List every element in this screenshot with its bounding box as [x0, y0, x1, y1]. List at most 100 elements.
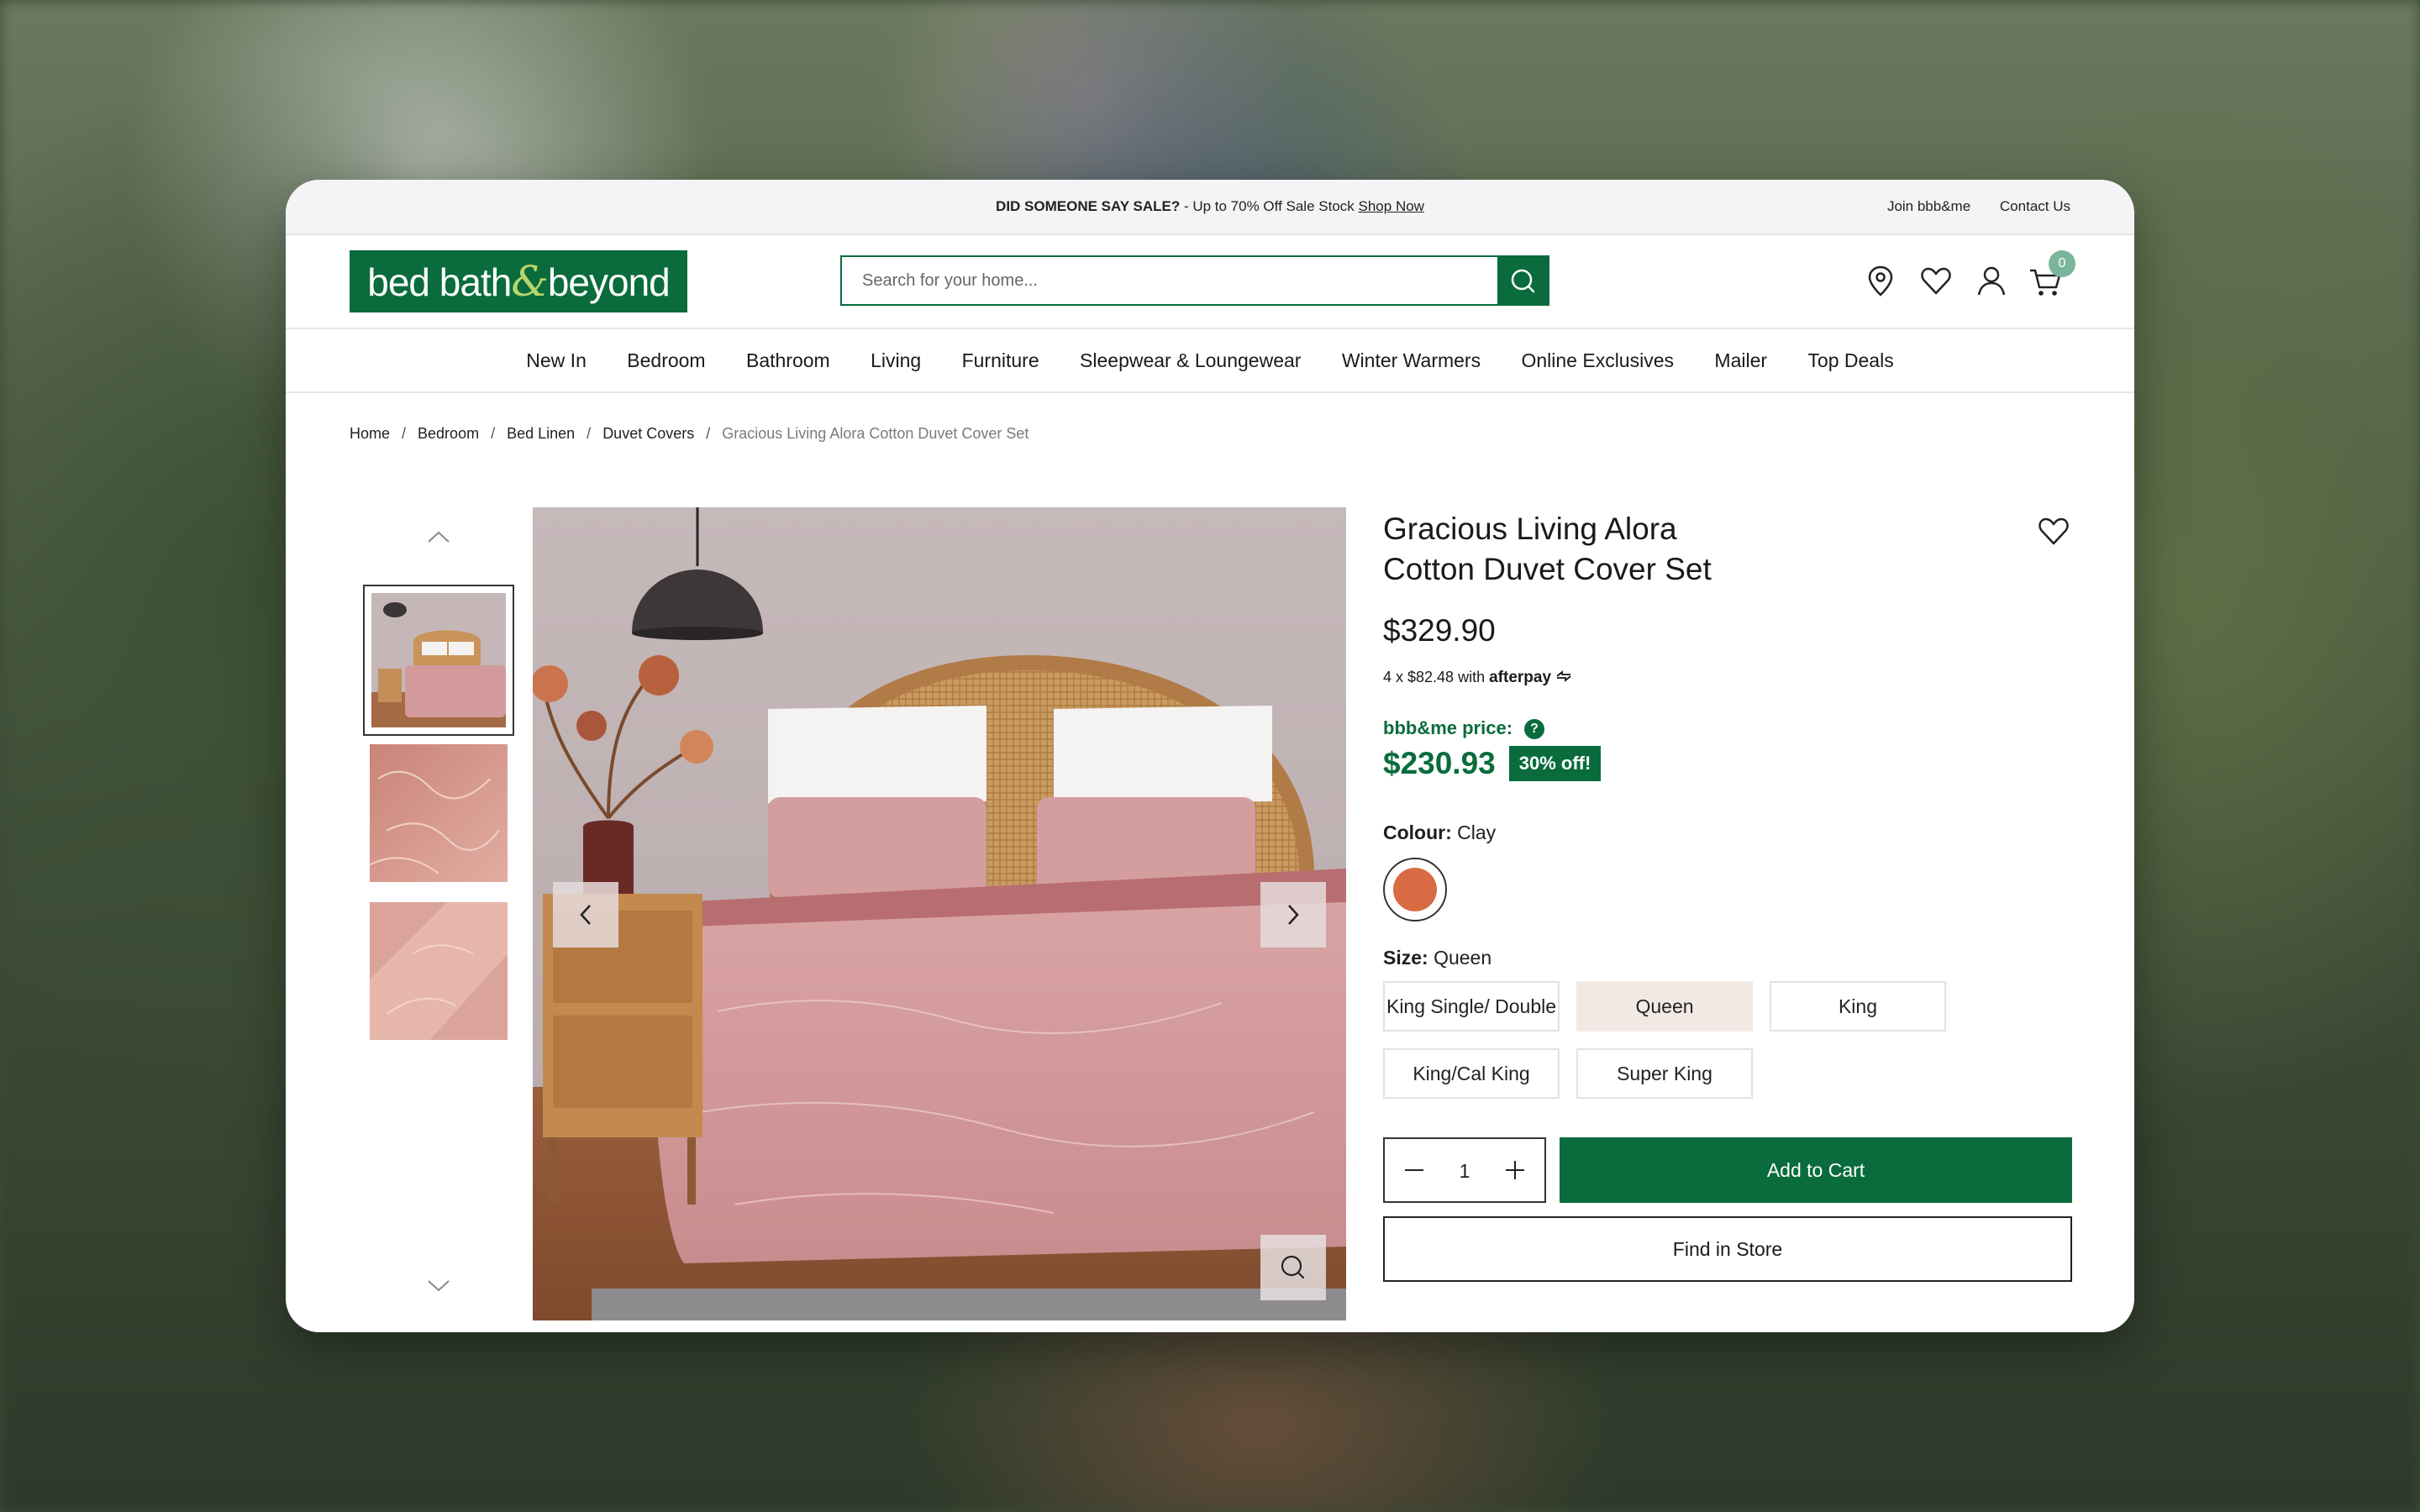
thumbnail-fabric-closeup[interactable] [369, 744, 508, 882]
wishlist-button[interactable] [1918, 262, 1954, 299]
image-zoom-button[interactable] [1260, 1235, 1326, 1300]
thumbnail-bed-scene[interactable] [363, 585, 514, 736]
thumbnail-pillow-closeup[interactable] [370, 902, 508, 1040]
afterpay-logo: afterpay [1489, 669, 1552, 686]
size-options: King Single/ Double Queen King King/Cal … [1383, 981, 2072, 1116]
breadcrumb: Home / Bedroom / Bed Linen / Duvet Covers / Grac… [350, 425, 1028, 443]
search-icon [1511, 269, 1535, 293]
size-option-super-king[interactable]: Super King [1576, 1048, 1753, 1100]
promo-shop-now-link[interactable]: Shop Now [1359, 198, 1424, 214]
brand-logo[interactable]: bed bath&beyond [350, 250, 687, 312]
promo-bar: DID SOMEONE SAY SALE? - Up to 70% Off Sa… [286, 180, 2134, 235]
logo-ampersand: & [511, 257, 549, 306]
promo-text: - Up to 70% Off Sale Stock [1180, 198, 1359, 214]
breadcrumb-duvet-covers[interactable]: Duvet Covers [602, 425, 694, 442]
header-icons: 0 [1862, 250, 2075, 304]
account-button[interactable] [1973, 262, 2010, 299]
size-label: Size: Queen [1383, 947, 2072, 969]
colour-label: Colour: Clay [1383, 822, 2072, 844]
site-header: bed bath&beyond Search for your home... … [286, 235, 2134, 329]
contact-link[interactable]: Contact Us [2000, 198, 2070, 214]
breadcrumb-bed-linen[interactable]: Bed Linen [507, 425, 575, 442]
logo-text-right: beyond [547, 260, 671, 304]
image-prev-button[interactable] [553, 882, 618, 948]
afterpay-text: 4 x $82.48 with [1383, 669, 1486, 685]
thumbnail-bed-image [371, 593, 506, 727]
thumbnail-scroll-up-button[interactable] [424, 522, 454, 553]
nav-item-sleepwear[interactable]: Sleepwear & Loungewear [1080, 349, 1301, 372]
breadcrumb-separator: / [402, 425, 407, 442]
product-title: Gracious Living Alora Cotton Duvet Cover… [1383, 509, 1854, 590]
breadcrumb-home[interactable]: Home [350, 425, 390, 442]
quantity-stepper: 1 [1383, 1137, 1546, 1204]
nav-item-living[interactable]: Living [871, 349, 921, 372]
promo-message: DID SOMEONE SAY SALE? - Up to 70% Off Sa… [286, 198, 2134, 215]
product-title-line2: Cotton Duvet Cover Set [1383, 552, 1712, 586]
bedroom-scene-image [533, 507, 1346, 1320]
thumbnail-scroll-down-button[interactable] [424, 1270, 454, 1300]
breadcrumb-bedroom[interactable]: Bedroom [418, 425, 479, 442]
size-option-king-single-double[interactable]: King Single/ Double [1383, 981, 1560, 1032]
user-icon [1977, 266, 2006, 296]
heart-icon [2039, 517, 2069, 545]
thumbnail-pillow-image [370, 902, 508, 1040]
top-links: Join bbb&me Contact Us [1862, 198, 2070, 215]
add-to-cart-button[interactable]: Add to Cart [1560, 1137, 2072, 1204]
member-price: $230.93 [1383, 746, 1496, 781]
discount-badge: 30% off! [1508, 746, 1602, 782]
member-price-label: bbb&me price:? [1383, 717, 2072, 740]
afterpay-loop-icon [1556, 670, 1571, 682]
heart-icon [1921, 267, 1951, 295]
plus-icon [1506, 1161, 1524, 1180]
search-input[interactable] [842, 257, 1499, 304]
find-in-store-button[interactable]: Find in Store [1383, 1216, 2072, 1283]
member-label-text: bbb&me price: [1383, 717, 1513, 738]
size-option-queen[interactable]: Queen [1576, 981, 1753, 1032]
main-product-image [533, 507, 1346, 1320]
add-to-cart-row: 1 Add to Cart [1383, 1137, 2072, 1204]
size-option-king-cal-king[interactable]: King/Cal King [1383, 1048, 1560, 1100]
nav-item-furniture[interactable]: Furniture [962, 349, 1039, 372]
colour-swatch-clay[interactable] [1383, 858, 1447, 922]
size-option-king[interactable]: King [1770, 981, 1946, 1032]
quantity-increase-button[interactable] [1502, 1158, 1528, 1183]
colour-label-value: Clay [1457, 822, 1497, 844]
product-price: $329.90 [1383, 613, 1496, 648]
colour-swatch-fill [1393, 868, 1437, 912]
chevron-up-icon [428, 531, 450, 543]
logo-text-left: bed bath [367, 260, 512, 304]
chevron-down-icon [428, 1280, 450, 1292]
nav-item-winter-warmers[interactable]: Winter Warmers [1342, 349, 1481, 372]
main-navigation: New In Bedroom Bathroom Living Furniture… [286, 329, 2134, 393]
product-wishlist-button[interactable] [2035, 512, 2072, 549]
promo-headline: DID SOMEONE SAY SALE? [996, 198, 1181, 214]
nav-item-mailer[interactable]: Mailer [1714, 349, 1767, 372]
member-help-icon[interactable]: ? [1524, 719, 1545, 740]
store-locator-button[interactable] [1862, 262, 1899, 299]
nav-item-bathroom[interactable]: Bathroom [746, 349, 830, 372]
zoom-icon [1281, 1255, 1305, 1279]
join-link[interactable]: Join bbb&me [1887, 198, 1970, 214]
afterpay-info: 4 x $82.48 with afterpay [1383, 669, 2072, 687]
cart-count-badge: 0 [2049, 250, 2075, 277]
nav-item-bedroom[interactable]: Bedroom [627, 349, 705, 372]
chevron-right-icon [1288, 905, 1299, 925]
breadcrumb-separator: / [587, 425, 592, 442]
product-title-line1: Gracious Living Alora [1383, 512, 1677, 546]
cart-button[interactable]: 0 [2027, 250, 2075, 299]
size-label-key: Size: [1383, 947, 1428, 969]
size-label-value: Queen [1434, 947, 1492, 969]
breadcrumb-current: Gracious Living Alora Cotton Duvet Cover… [722, 425, 1029, 442]
nav-item-top-deals[interactable]: Top Deals [1807, 349, 1893, 372]
image-next-button[interactable] [1260, 882, 1326, 948]
breadcrumb-separator: / [491, 425, 496, 442]
nav-item-online-exclusives[interactable]: Online Exclusives [1521, 349, 1674, 372]
search-button[interactable] [1497, 257, 1548, 304]
colour-label-key: Colour: [1383, 822, 1452, 844]
product-info: Gracious Living Alora Cotton Duvet Cover… [1383, 499, 2072, 1283]
search-bar [840, 255, 1549, 306]
member-price-row: $230.93 30% off! [1383, 746, 2072, 782]
browser-window: DID SOMEONE SAY SALE? - Up to 70% Off Sa… [286, 180, 2134, 1332]
nav-item-new-in[interactable]: New In [526, 349, 587, 372]
breadcrumb-separator: / [706, 425, 711, 442]
